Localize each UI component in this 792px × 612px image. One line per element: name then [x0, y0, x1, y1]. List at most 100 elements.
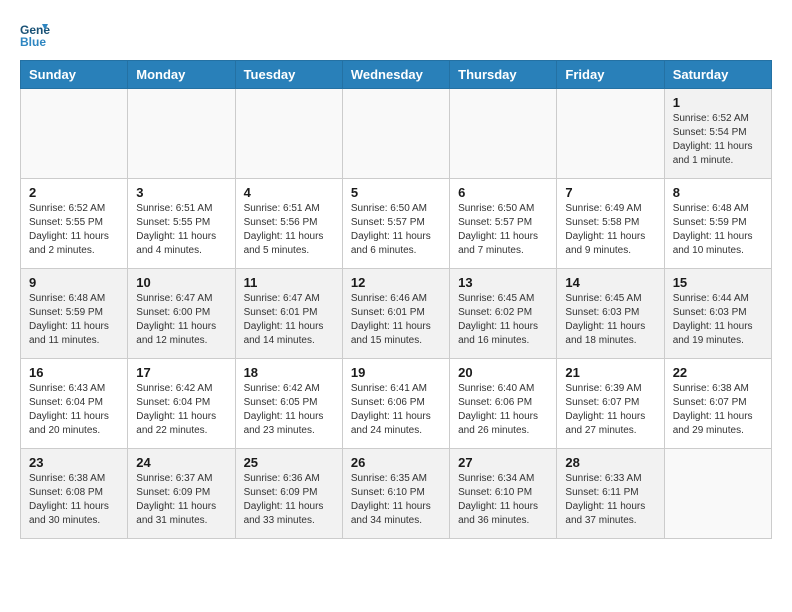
day-number: 12 — [351, 275, 441, 290]
day-number: 26 — [351, 455, 441, 470]
cell-info: Sunrise: 6:40 AM Sunset: 6:06 PM Dayligh… — [458, 382, 548, 438]
cell-info: Sunrise: 6:50 AM Sunset: 5:57 PM Dayligh… — [351, 202, 441, 258]
svg-text:Blue: Blue — [20, 35, 46, 49]
calendar-cell: 24 Sunrise: 6:37 AM Sunset: 6:09 PM Dayli… — [128, 449, 235, 539]
day-number: 9 — [29, 275, 119, 290]
calendar-cell: 1 Sunrise: 6:52 AM Sunset: 5:54 PM Daylig… — [664, 89, 771, 179]
calendar-cell: 22 Sunrise: 6:38 AM Sunset: 6:07 PM Dayli… — [664, 359, 771, 449]
calendar-cell — [235, 89, 342, 179]
cell-info: Sunrise: 6:49 AM Sunset: 5:58 PM Dayligh… — [565, 202, 655, 258]
day-number: 5 — [351, 185, 441, 200]
calendar-week-row: 2Sunrise: 6:52 AM Sunset: 5:55 PM Daylig… — [21, 179, 772, 269]
cell-info: Sunrise: 6:41 AM Sunset: 6:06 PM Dayligh… — [351, 382, 441, 438]
day-number: 6 — [458, 185, 548, 200]
logo: General Blue — [20, 20, 52, 50]
calendar-cell — [557, 89, 664, 179]
cell-info: Sunrise: 6:51 AM Sunset: 5:55 PM Dayligh… — [136, 202, 226, 258]
day-number: 16 — [29, 365, 119, 380]
calendar-week-row: 9 Sunrise: 6:48 AM Sunset: 5:59 PM Daylig… — [21, 269, 772, 359]
weekday-header-sunday: Sunday — [21, 61, 128, 89]
cell-info: Sunrise: 6:36 AM Sunset: 6:09 PM Dayligh… — [244, 472, 334, 528]
cell-info: Sunrise: 6:43 AM Sunset: 6:04 PM Dayligh… — [29, 382, 119, 438]
day-number: 3 — [136, 185, 226, 200]
calendar-table: SundayMondayTuesdayWednesdayThursdayFrid… — [20, 60, 772, 539]
day-number: 11 — [244, 275, 334, 290]
day-number: 1 — [673, 95, 763, 110]
cell-info: Sunrise: 6:39 AM Sunset: 6:07 PM Dayligh… — [565, 382, 655, 438]
calendar-cell: 3 Sunrise: 6:51 AM Sunset: 5:55 PM Daylig… — [128, 179, 235, 269]
calendar-cell: 17 Sunrise: 6:42 AM Sunset: 6:04 PM Dayli… — [128, 359, 235, 449]
cell-info: Sunrise: 6:51 AM Sunset: 5:56 PM Dayligh… — [244, 202, 334, 258]
day-number: 4 — [244, 185, 334, 200]
calendar-cell: 27 Sunrise: 6:34 AM Sunset: 6:10 PM Dayli… — [450, 449, 557, 539]
weekday-header-thursday: Thursday — [450, 61, 557, 89]
day-number: 2 — [29, 185, 119, 200]
day-number: 27 — [458, 455, 548, 470]
calendar-cell — [21, 89, 128, 179]
weekday-header-tuesday: Tuesday — [235, 61, 342, 89]
cell-info: Sunrise: 6:47 AM Sunset: 6:00 PM Dayligh… — [136, 292, 226, 348]
cell-info: Sunrise: 6:45 AM Sunset: 6:03 PM Dayligh… — [565, 292, 655, 348]
day-number: 28 — [565, 455, 655, 470]
calendar-week-row: 23Sunrise: 6:38 AM Sunset: 6:08 PM Dayli… — [21, 449, 772, 539]
weekday-header-friday: Friday — [557, 61, 664, 89]
logo-icon: General Blue — [20, 20, 50, 50]
calendar-cell: 23Sunrise: 6:38 AM Sunset: 6:08 PM Dayli… — [21, 449, 128, 539]
cell-info: Sunrise: 6:45 AM Sunset: 6:02 PM Dayligh… — [458, 292, 548, 348]
calendar-cell: 4 Sunrise: 6:51 AM Sunset: 5:56 PM Daylig… — [235, 179, 342, 269]
day-number: 17 — [136, 365, 226, 380]
day-number: 7 — [565, 185, 655, 200]
cell-info: Sunrise: 6:44 AM Sunset: 6:03 PM Dayligh… — [673, 292, 763, 348]
calendar-week-row: 16 Sunrise: 6:43 AM Sunset: 6:04 PM Dayli… — [21, 359, 772, 449]
cell-info: Sunrise: 6:37 AM Sunset: 6:09 PM Dayligh… — [136, 472, 226, 528]
cell-info: Sunrise: 6:48 AM Sunset: 5:59 PM Dayligh… — [29, 292, 119, 348]
weekday-header-row: SundayMondayTuesdayWednesdayThursdayFrid… — [21, 61, 772, 89]
calendar-cell: 12 Sunrise: 6:46 AM Sunset: 6:01 PM Dayli… — [342, 269, 449, 359]
calendar-cell: 16 Sunrise: 6:43 AM Sunset: 6:04 PM Dayli… — [21, 359, 128, 449]
day-number: 21 — [565, 365, 655, 380]
cell-info: Sunrise: 6:52 AM Sunset: 5:54 PM Dayligh… — [673, 112, 763, 168]
calendar-cell: 26 Sunrise: 6:35 AM Sunset: 6:10 PM Dayli… — [342, 449, 449, 539]
calendar-cell — [664, 449, 771, 539]
cell-info: Sunrise: 6:38 AM Sunset: 6:07 PM Dayligh… — [673, 382, 763, 438]
calendar-cell — [342, 89, 449, 179]
day-number: 22 — [673, 365, 763, 380]
calendar-cell: 5 Sunrise: 6:50 AM Sunset: 5:57 PM Daylig… — [342, 179, 449, 269]
calendar-cell: 20 Sunrise: 6:40 AM Sunset: 6:06 PM Dayli… — [450, 359, 557, 449]
cell-info: Sunrise: 6:50 AM Sunset: 5:57 PM Dayligh… — [458, 202, 548, 258]
calendar-cell — [450, 89, 557, 179]
cell-info: Sunrise: 6:34 AM Sunset: 6:10 PM Dayligh… — [458, 472, 548, 528]
header: General Blue — [20, 20, 772, 50]
day-number: 24 — [136, 455, 226, 470]
cell-info: Sunrise: 6:33 AM Sunset: 6:11 PM Dayligh… — [565, 472, 655, 528]
cell-info: Sunrise: 6:42 AM Sunset: 6:05 PM Dayligh… — [244, 382, 334, 438]
day-number: 25 — [244, 455, 334, 470]
cell-info: Sunrise: 6:35 AM Sunset: 6:10 PM Dayligh… — [351, 472, 441, 528]
calendar-cell: 13 Sunrise: 6:45 AM Sunset: 6:02 PM Dayli… — [450, 269, 557, 359]
cell-info: Sunrise: 6:46 AM Sunset: 6:01 PM Dayligh… — [351, 292, 441, 348]
calendar-cell: 7 Sunrise: 6:49 AM Sunset: 5:58 PM Daylig… — [557, 179, 664, 269]
day-number: 19 — [351, 365, 441, 380]
day-number: 20 — [458, 365, 548, 380]
calendar-cell: 10 Sunrise: 6:47 AM Sunset: 6:00 PM Dayli… — [128, 269, 235, 359]
calendar-week-row: 1 Sunrise: 6:52 AM Sunset: 5:54 PM Daylig… — [21, 89, 772, 179]
calendar-cell: 11Sunrise: 6:47 AM Sunset: 6:01 PM Dayli… — [235, 269, 342, 359]
calendar-cell: 28 Sunrise: 6:33 AM Sunset: 6:11 PM Dayli… — [557, 449, 664, 539]
cell-info: Sunrise: 6:42 AM Sunset: 6:04 PM Dayligh… — [136, 382, 226, 438]
weekday-header-monday: Monday — [128, 61, 235, 89]
calendar-cell — [128, 89, 235, 179]
calendar-cell: 2Sunrise: 6:52 AM Sunset: 5:55 PM Daylig… — [21, 179, 128, 269]
day-number: 14 — [565, 275, 655, 290]
calendar-cell: 9 Sunrise: 6:48 AM Sunset: 5:59 PM Daylig… — [21, 269, 128, 359]
weekday-header-wednesday: Wednesday — [342, 61, 449, 89]
day-number: 13 — [458, 275, 548, 290]
calendar-cell: 6 Sunrise: 6:50 AM Sunset: 5:57 PM Daylig… — [450, 179, 557, 269]
calendar-cell: 15Sunrise: 6:44 AM Sunset: 6:03 PM Dayli… — [664, 269, 771, 359]
day-number: 8 — [673, 185, 763, 200]
day-number: 18 — [244, 365, 334, 380]
cell-info: Sunrise: 6:38 AM Sunset: 6:08 PM Dayligh… — [29, 472, 119, 528]
day-number: 10 — [136, 275, 226, 290]
calendar-cell: 14 Sunrise: 6:45 AM Sunset: 6:03 PM Dayli… — [557, 269, 664, 359]
weekday-header-saturday: Saturday — [664, 61, 771, 89]
calendar-cell: 25 Sunrise: 6:36 AM Sunset: 6:09 PM Dayli… — [235, 449, 342, 539]
